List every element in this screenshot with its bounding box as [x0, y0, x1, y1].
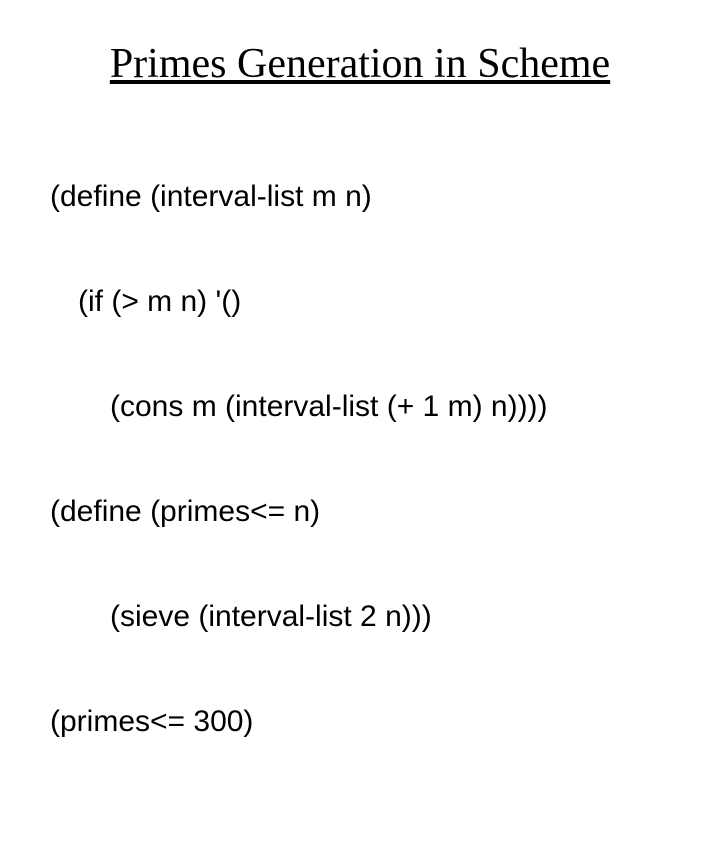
- code-line: (cons m (interval-list (+ 1 m) n)))): [50, 381, 670, 434]
- code-line: (define (primes<= n): [50, 486, 670, 539]
- code-block: (define (interval-list m n) (if (> m n) …: [50, 118, 670, 853]
- code-line: (primes<= 300): [50, 696, 670, 749]
- slide-title: Primes Generation in Scheme: [50, 40, 670, 88]
- code-line: (sieve (interval-list 2 n))): [50, 591, 670, 644]
- slide: Primes Generation in Scheme (define (int…: [0, 0, 720, 540]
- code-line: (if (> m n) '(): [50, 276, 670, 329]
- code-line: (define (interval-list m n): [50, 171, 670, 224]
